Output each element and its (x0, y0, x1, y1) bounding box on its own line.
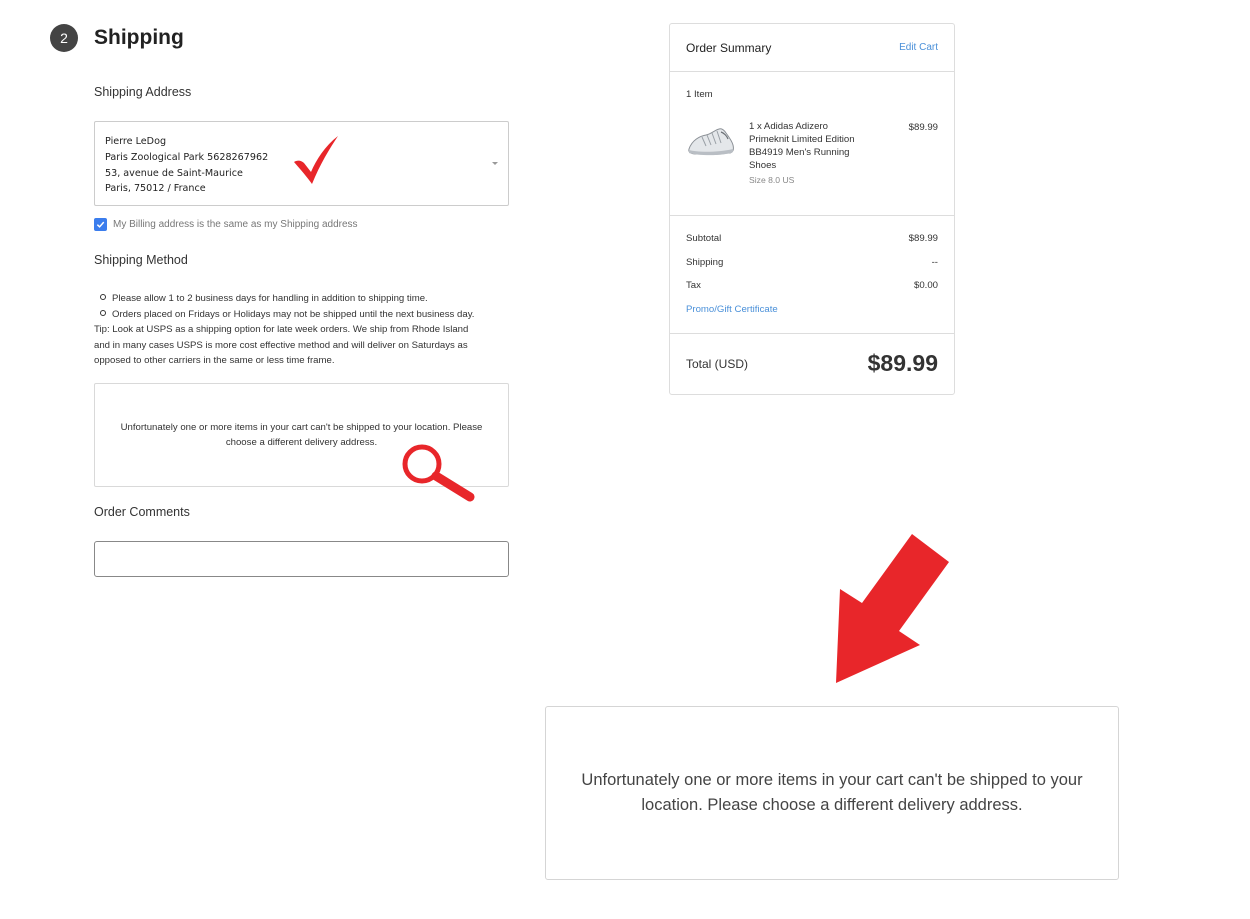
promo-gift-certificate-link[interactable]: Promo/Gift Certificate (686, 304, 778, 315)
arrow-down-left-icon (836, 534, 949, 683)
order-summary-header: Order Summary Edit Cart (670, 24, 954, 72)
item-name: 1 x Adidas Adizero Primeknit Limited Edi… (749, 120, 874, 172)
billing-same-checkbox[interactable] (94, 218, 107, 231)
item-price: $89.99 (908, 122, 938, 133)
item-name-line: BB4919 Men's Running (749, 147, 850, 158)
shipping-tip-line: Tip: Look at USPS as a shipping option f… (94, 324, 469, 335)
shipping-error-line: Unfortunately one or more items in your … (120, 421, 483, 433)
tax-label: Tax (686, 280, 701, 291)
shipping-tip-line: and in many cases USPS is more cost effe… (94, 339, 468, 351)
edit-cart-link[interactable]: Edit Cart (899, 42, 938, 53)
chevron-down-icon[interactable] (492, 162, 498, 165)
shipping-address-label: Shipping Address (94, 85, 192, 99)
shipping-note: Orders placed on Fridays or Holidays may… (94, 307, 514, 323)
shipping-method-notes: Please allow 1 to 2 business days for ha… (94, 291, 514, 369)
summary-divider (670, 215, 954, 216)
shipping-section-title: Shipping (94, 26, 184, 49)
billing-same-label[interactable]: My Billing address is the same as my Shi… (113, 219, 358, 230)
total-value: $89.99 (867, 350, 938, 376)
order-summary-title: Order Summary (686, 41, 772, 55)
tax-value: $0.00 (913, 280, 938, 291)
summary-divider (670, 333, 954, 334)
item-count: 1 Item (686, 89, 713, 100)
step-number-badge: 2 (50, 24, 78, 52)
callout-line: Unfortunately one or more items in your … (581, 771, 1083, 789)
shipping-method-label: Shipping Method (94, 253, 188, 267)
order-comments-label: Order Comments (94, 505, 190, 519)
shipping-tip-line: opposed to other carriers in the same or… (94, 355, 335, 366)
shoe-icon (688, 128, 734, 156)
magnifier-icon (402, 444, 475, 502)
checkmark-small-icon (96, 221, 105, 228)
shipping-error-line: choose a different delivery address. (225, 437, 378, 448)
subtotal-value: $89.99 (908, 233, 938, 244)
enlarged-error-callout: Unfortunately one or more items in your … (545, 706, 1119, 880)
order-comments-input[interactable] (94, 541, 509, 577)
item-name-line: Primeknit Limited Edition (749, 134, 855, 145)
shipping-cost-label: Shipping (686, 257, 724, 268)
item-name-line: 1 x Adidas Adizero (749, 121, 828, 132)
shipping-note: Please allow 1 to 2 business days for ha… (94, 291, 514, 307)
order-summary-card: Order Summary Edit Cart 1 Item 1 x Adida… (669, 23, 955, 395)
total-label: Total (USD) (686, 357, 749, 371)
shipping-cost-value: -- (931, 257, 938, 268)
item-name-line: Shoes (749, 160, 777, 171)
item-size: Size 8.0 US (749, 175, 795, 185)
callout-line: location. Please choose a different deli… (641, 796, 1023, 814)
checkmark-icon (294, 136, 338, 184)
subtotal-label: Subtotal (686, 233, 722, 244)
